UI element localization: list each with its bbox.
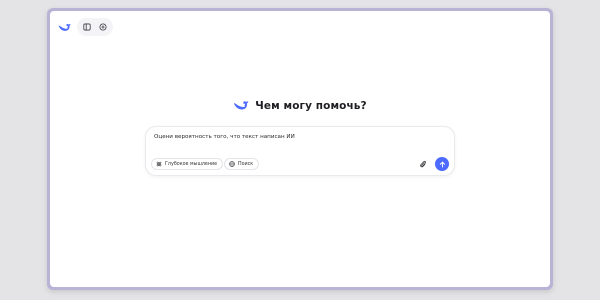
send-button[interactable]: [435, 157, 449, 171]
greeting-header: Чем могу помочь?: [50, 99, 550, 112]
top-toolbar: [58, 18, 113, 36]
deep-thinking-label: Глубокое мышление: [165, 161, 218, 167]
atom-icon: [156, 161, 162, 167]
sidebar-toggle-icon: [83, 23, 91, 31]
arrow-up-icon: [439, 161, 445, 167]
search-toggle[interactable]: Поиск: [224, 158, 260, 170]
deep-thinking-toggle[interactable]: Глубокое мышление: [151, 158, 224, 170]
toolbar-actions: [77, 18, 113, 36]
app-window: Чем могу помочь? Оцени вероятность того,…: [50, 11, 550, 287]
new-chat-button[interactable]: [98, 22, 108, 32]
attach-file-button[interactable]: [419, 160, 427, 169]
chat-input-text[interactable]: Оцени вероятность того, что текст написа…: [154, 134, 295, 140]
new-chat-icon: [99, 23, 107, 31]
greeting-title: Чем могу помочь?: [255, 99, 367, 112]
search-label: Поиск: [238, 161, 254, 167]
sidebar-toggle-button[interactable]: [82, 22, 92, 32]
globe-icon: [229, 161, 235, 167]
app-window-frame: Чем могу помочь? Оцени вероятность того,…: [47, 8, 553, 290]
paperclip-icon: [420, 160, 426, 168]
whale-logo-icon: [58, 23, 71, 31]
chat-input-box[interactable]: Оцени вероятность того, что текст написа…: [145, 126, 455, 176]
whale-logo-icon: [234, 100, 249, 110]
